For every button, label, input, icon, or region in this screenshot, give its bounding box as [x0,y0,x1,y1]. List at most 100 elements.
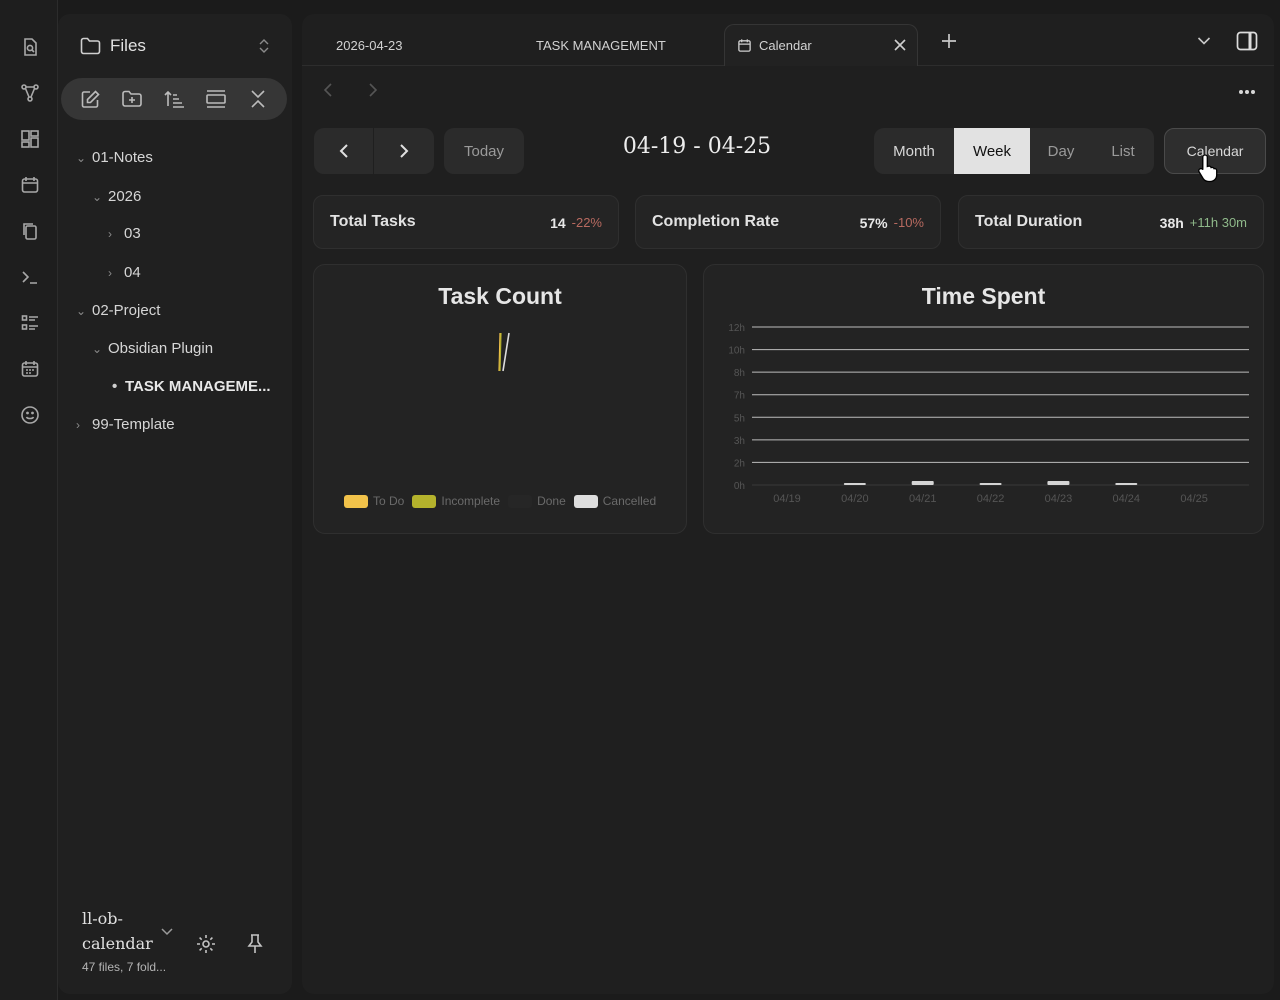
chevron-right-icon: › [108,265,112,280]
tab-label: 2026-04-23 [336,37,403,53]
canvas-icon[interactable] [17,126,43,152]
stat-value-row: 57% -10% [860,215,924,231]
tree-item-label: Obsidian Plugin [108,340,214,357]
y-tick-label: 2h [734,458,745,469]
view-list-button[interactable]: List [1092,128,1154,174]
sort-icon[interactable] [162,87,186,111]
chevron-right-icon: › [76,417,80,432]
new-tab-icon[interactable] [941,33,957,49]
x-tick-label: 04/25 [1180,493,1208,505]
chevron-down-icon: ⌄ [76,150,87,165]
bullet-icon: • [112,378,118,395]
files-title: Files [110,36,146,55]
pin-icon[interactable] [245,933,265,955]
bar-04-20[interactable] [843,483,866,485]
x-tick-label: 04/21 [909,493,937,505]
tree-item-label: 99-Template [92,416,175,433]
tree-item-label: TASK MANAGEME... [125,378,271,395]
new-folder-icon[interactable] [120,87,144,111]
time-spent-plot: 12h 10h 8h 7h 5h 3h 2h 0h 04/19 04/20 04/21 04/22 04… [728,323,1249,505]
legend-item-done[interactable]: Done [508,494,566,508]
stat-delta: -10% [893,215,924,230]
next-period-button[interactable] [374,128,434,174]
period-nav [314,128,434,174]
calendar-icon[interactable] [17,356,43,382]
terminal-icon[interactable] [17,264,43,290]
daily-note-icon[interactable] [17,172,43,198]
tab-daily-note[interactable]: 2026-04-23 [336,24,403,66]
y-tick-label: 12h [728,323,745,334]
copy-icon[interactable] [17,218,43,244]
task-count-chart: Task Count To Do Incomplete Done Cancell… [313,264,687,534]
files-header[interactable]: Files [80,36,146,56]
tab-label: TASK MANAGEMENT [536,37,666,53]
today-label: Today [463,142,505,160]
ribbon [0,0,58,1000]
legend-item-incomplete[interactable]: Incomplete [412,494,500,508]
stat-value-row: 38h +11h 30m [1160,215,1247,231]
forward-arrow-icon[interactable] [368,82,378,98]
stat-value: 14 [550,215,566,231]
tab-label: Calendar [759,38,812,53]
x-tick-label: 04/19 [773,493,801,505]
prev-period-button[interactable] [314,128,374,174]
search-file-icon[interactable] [17,34,43,60]
smiley-icon[interactable] [17,402,43,428]
tree-folder-template[interactable]: › 99-Template [76,416,175,433]
tree-item-label: 2026 [108,188,142,205]
y-tick-label: 10h [728,346,745,357]
tree-folder-plugin[interactable]: ⌄ Obsidian Plugin [92,340,213,357]
tab-bar: 2026-04-23 TASK MANAGEMENT Calendar [302,14,1274,66]
tree-folder-2026[interactable]: ⌄ 2026 [92,188,141,205]
tree-folder-03[interactable]: › 03 [108,225,141,242]
date-range-title: 04-19 - 04-25 [622,134,772,159]
expand-toggle-icon[interactable] [258,38,270,54]
bar-04-22[interactable] [979,483,1002,485]
settings-gear-icon[interactable] [195,933,217,955]
view-switcher: Month Week Day List [874,128,1154,174]
view-month-button[interactable]: Month [874,128,954,174]
vault-switcher[interactable]: ll-ob-calendar 47 files, 7 fold... [82,906,166,974]
tree-folder-project[interactable]: ⌄ 02-Project [76,302,160,319]
bar-04-21[interactable] [911,481,934,485]
stat-delta: +11h 30m [1189,215,1247,230]
tab-calendar[interactable]: Calendar [724,24,918,66]
stat-label: Total Duration [975,213,1083,230]
view-week-button[interactable]: Week [954,128,1030,174]
y-tick-label: 3h [734,436,745,447]
stat-card-total-tasks: Total Tasks 14 -22% [313,195,619,249]
x-tick-label: 04/20 [841,493,869,505]
today-button[interactable]: Today [444,128,524,174]
tree-file-task-management[interactable]: • TASK MANAGEME... [112,378,271,395]
tab-task-management[interactable]: TASK MANAGEMENT [536,24,666,66]
task-list-icon[interactable] [17,310,43,336]
stat-delta: -22% [571,215,602,230]
tree-item-label: 02-Project [92,302,161,319]
bar-04-24[interactable] [1115,483,1138,485]
tree-folder-04[interactable]: › 04 [108,264,141,281]
bar-04-23[interactable] [1047,481,1070,485]
toggle-right-sidebar-icon[interactable] [1236,31,1258,51]
legend-item-cancelled[interactable]: Cancelled [573,494,656,508]
legend-item-to-do[interactable]: To Do [344,494,404,508]
more-options-icon[interactable] [1238,89,1256,95]
collapse-all-icon[interactable] [246,87,270,111]
new-note-icon[interactable] [78,87,102,111]
tree-folder-notes[interactable]: ⌄ 01-Notes [76,149,153,166]
pie-slice-cancelled [502,332,510,372]
tree-item-label: 03 [124,225,141,242]
close-tab-icon[interactable] [893,38,907,52]
tab-list-chevron-icon[interactable] [1197,36,1211,46]
stat-label: Total Tasks [330,213,416,230]
graph-icon[interactable] [17,80,43,106]
view-day-button[interactable]: Day [1030,128,1092,174]
calendar-icon [738,39,751,52]
time-spent-chart: Time Spent 12h 10h 8h 7h 5h 3h 2h 0h 04/19 04/20 0… [703,264,1264,534]
vault-name: ll-ob-calendar [82,909,153,953]
chevron-down-icon[interactable] [160,926,174,936]
back-arrow-icon[interactable] [323,82,333,98]
auto-reveal-icon[interactable] [204,87,228,111]
y-tick-label: 0h [734,481,745,492]
chevron-down-icon: ⌄ [76,303,87,318]
chevron-down-icon: ⌄ [92,341,103,356]
